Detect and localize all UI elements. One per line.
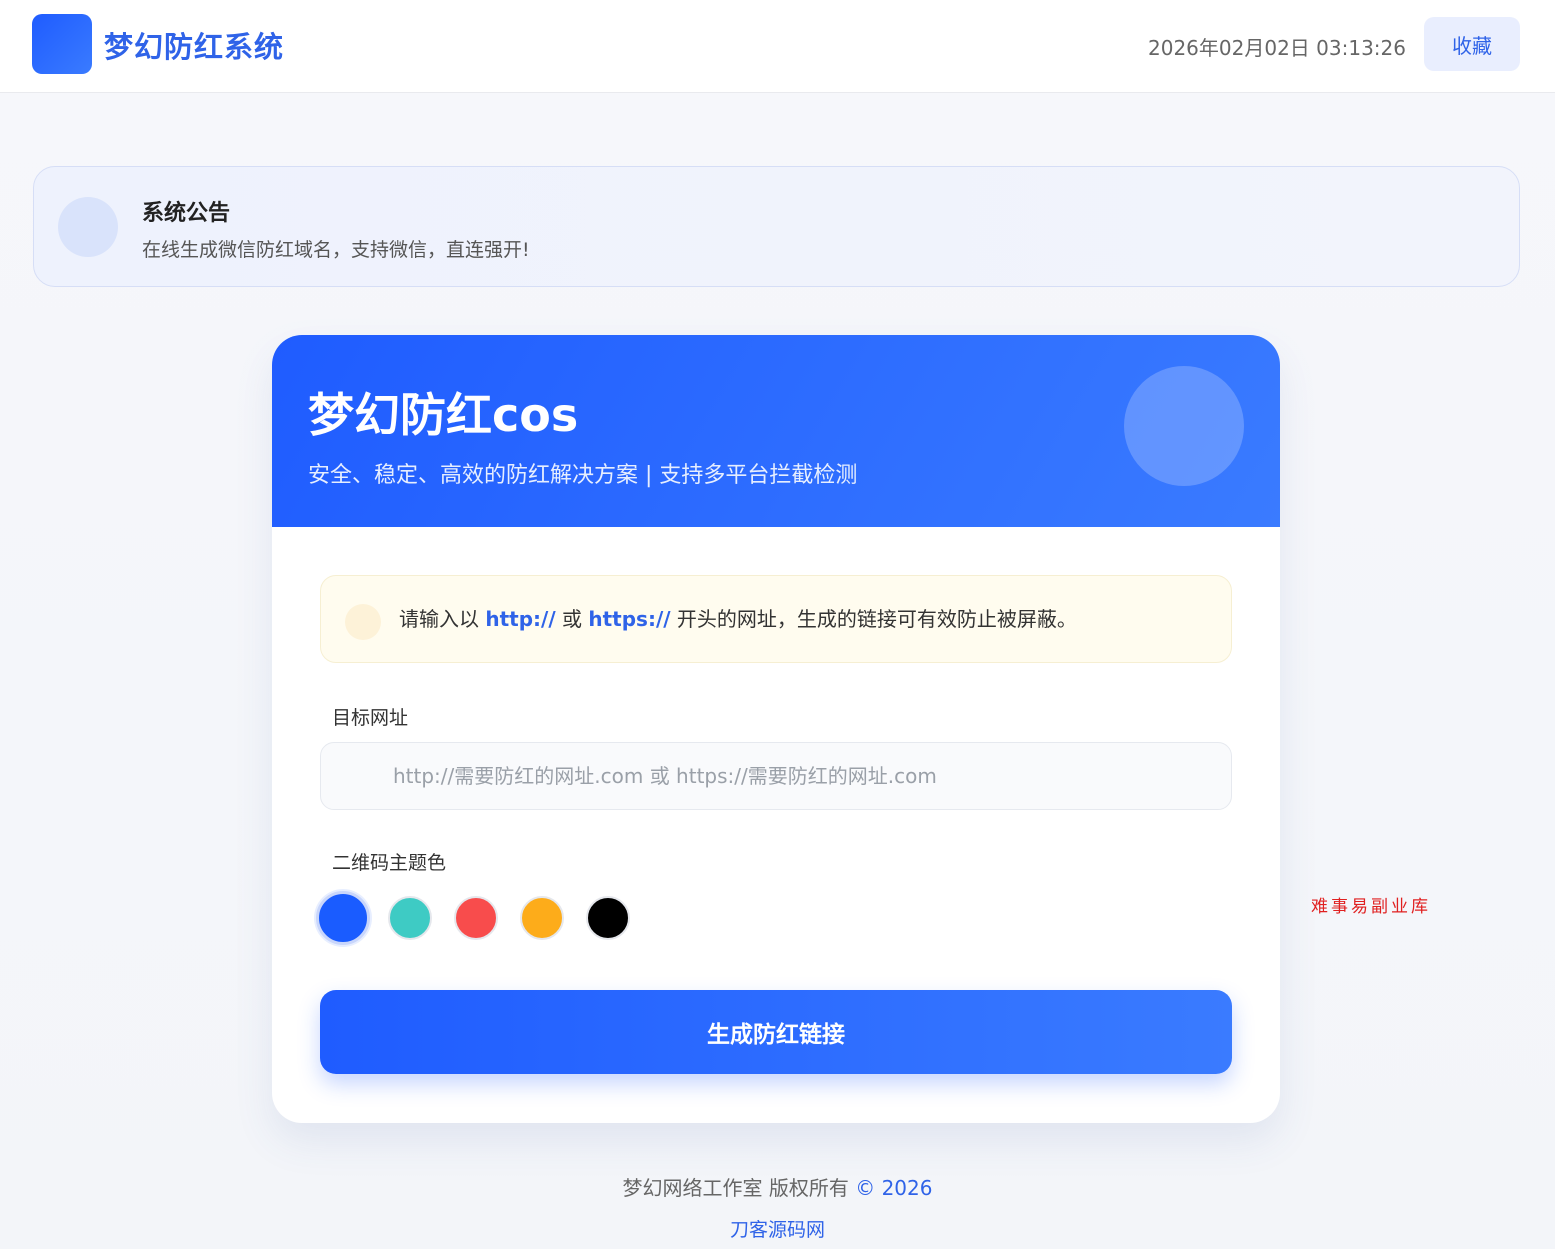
- url-label: 目标网址: [332, 707, 409, 729]
- tip-suffix: 开头的网址，生成的链接可有效防止被屏蔽。: [676, 607, 1077, 631]
- copyright: 梦幻网络工作室 版权所有 © 2026: [0, 1172, 1555, 1201]
- info-icon: [345, 604, 381, 640]
- color-swatch-teal[interactable]: [388, 896, 432, 940]
- color-swatch-blue[interactable]: [316, 891, 370, 945]
- card-subtitle: 安全、稳定、高效的防红解决方案 | 支持多平台拦截检测: [308, 463, 858, 488]
- copyright-text: 梦幻网络工作室 版权所有: [622, 1176, 849, 1200]
- card-header: 梦幻防红cos 安全、稳定、高效的防红解决方案 | 支持多平台拦截检测: [272, 335, 1280, 527]
- current-datetime: 2026年02月02日 03:13:26: [1148, 36, 1406, 60]
- system-notice: 系统公告 在线生成微信防红域名，支持微信，直连强开!: [33, 166, 1520, 287]
- color-swatch-red[interactable]: [454, 896, 498, 940]
- notice-title: 系统公告: [142, 201, 231, 226]
- generator-card: 梦幻防红cos 安全、稳定、高效的防红解决方案 | 支持多平台拦截检测 请输入以…: [272, 335, 1280, 1123]
- qr-color-label: 二维码主题色: [332, 852, 447, 874]
- logo-icon[interactable]: [32, 14, 92, 74]
- color-swatch-black[interactable]: [586, 896, 630, 940]
- tip-http: http://: [485, 607, 556, 631]
- brand-title[interactable]: 梦幻防红系统: [104, 24, 284, 66]
- color-swatch-orange[interactable]: [520, 896, 564, 940]
- card-title: 梦幻防红cos: [308, 388, 579, 442]
- tip-https: https://: [588, 607, 671, 631]
- watermark-text: 难事易副业库: [1311, 897, 1431, 917]
- announcement-icon: [58, 197, 118, 257]
- copyright-year: © 2026: [855, 1176, 933, 1200]
- tip-or: 或: [562, 607, 583, 631]
- tip-text: 请输入以 http:// 或 https:// 开头的网址，生成的链接可有效防止…: [399, 603, 1077, 632]
- decorative-circle: [1124, 366, 1244, 486]
- generate-button[interactable]: 生成防红链接: [320, 990, 1232, 1074]
- top-header: 梦幻防红系统 2026年02月02日 03:13:26 收藏: [0, 0, 1555, 92]
- footer-link[interactable]: 刀客源码网: [0, 1215, 1555, 1242]
- notice-text: 在线生成微信防红域名，支持微信，直连强开!: [142, 239, 530, 261]
- favorite-button[interactable]: 收藏: [1424, 17, 1520, 71]
- input-tip: 请输入以 http:// 或 https:// 开头的网址，生成的链接可有效防止…: [320, 575, 1232, 663]
- tip-prefix: 请输入以: [399, 607, 479, 631]
- target-url-input[interactable]: [320, 742, 1232, 810]
